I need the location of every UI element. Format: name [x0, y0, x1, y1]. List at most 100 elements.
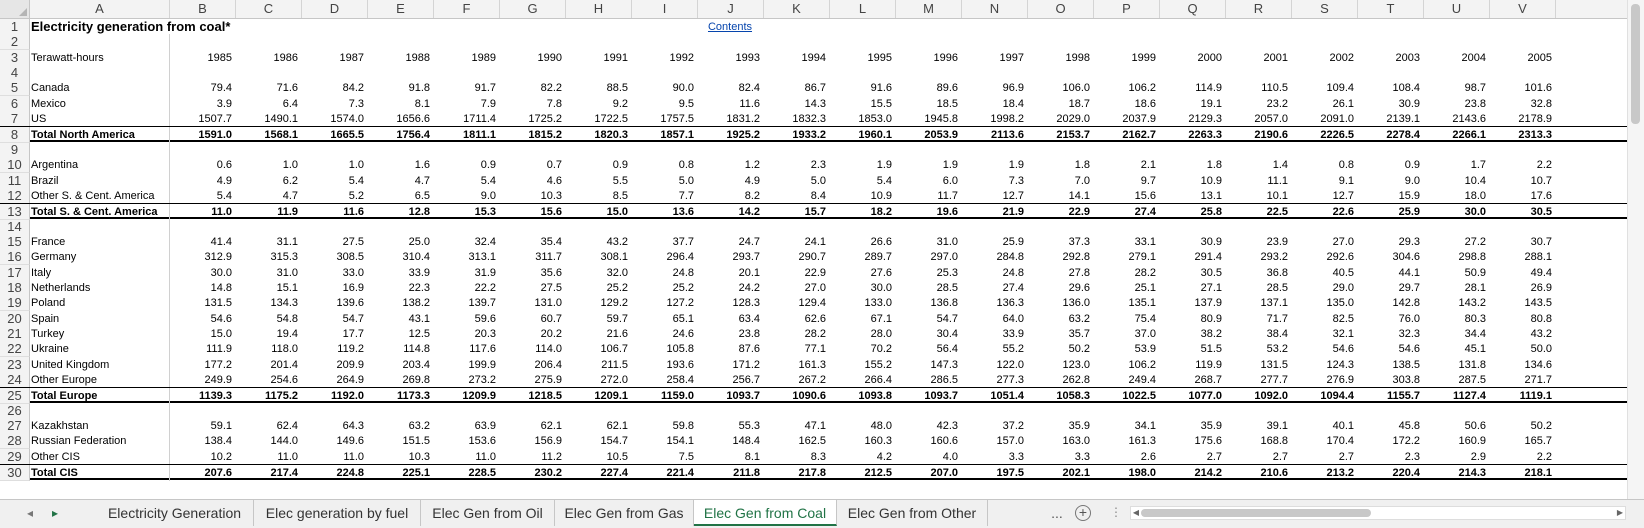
value-cell[interactable]: 1209.9: [434, 388, 500, 404]
value-cell[interactable]: 157.0: [962, 433, 1028, 449]
value-cell[interactable]: 105.8: [632, 341, 698, 357]
value-cell[interactable]: 9.1: [1292, 173, 1358, 189]
value-cell[interactable]: 44.1: [1358, 265, 1424, 281]
value-cell[interactable]: 0.8: [1292, 157, 1358, 173]
value-cell[interactable]: 29.0: [1292, 280, 1358, 296]
value-cell[interactable]: 1933.2: [764, 127, 830, 143]
row-header[interactable]: 9: [0, 141, 30, 158]
value-cell[interactable]: 1998.2: [962, 111, 1028, 127]
value-cell[interactable]: 0.9: [434, 157, 500, 173]
value-cell[interactable]: 7.7: [632, 188, 698, 204]
value-cell[interactable]: 30.0: [1424, 204, 1490, 220]
value-cell[interactable]: 37.3: [1028, 234, 1094, 250]
value-cell[interactable]: 91.7: [434, 80, 500, 96]
sheet-tab[interactable]: Elec Gen from Coal: [694, 500, 837, 526]
value-cell[interactable]: 193.6: [632, 357, 698, 373]
value-cell[interactable]: 26.6: [830, 234, 896, 250]
value-cell[interactable]: 21.6: [566, 326, 632, 342]
contents-link[interactable]: Contents: [700, 19, 760, 35]
value-cell[interactable]: 14.2: [698, 204, 764, 220]
column-header-v[interactable]: V: [1490, 0, 1556, 18]
value-cell[interactable]: 211.8: [698, 465, 764, 481]
value-cell[interactable]: 1058.3: [1028, 388, 1094, 404]
value-cell[interactable]: 106.0: [1028, 80, 1094, 96]
year-header[interactable]: 1997: [962, 50, 1028, 66]
value-cell[interactable]: 1209.1: [566, 388, 632, 404]
row-header[interactable]: 14: [0, 218, 30, 235]
value-cell[interactable]: 50.2: [1028, 341, 1094, 357]
value-cell[interactable]: 276.9: [1292, 372, 1358, 388]
value-cell[interactable]: 9.2: [566, 96, 632, 112]
value-cell[interactable]: 15.1: [236, 280, 302, 296]
value-cell[interactable]: 6.5: [368, 188, 434, 204]
value-cell[interactable]: 114.8: [368, 341, 434, 357]
value-cell[interactable]: 84.2: [302, 80, 368, 96]
value-cell[interactable]: 1.0: [302, 157, 368, 173]
value-cell[interactable]: 62.6: [764, 311, 830, 327]
value-cell[interactable]: 80.9: [1160, 311, 1226, 327]
value-cell[interactable]: 312.9: [170, 249, 236, 265]
value-cell[interactable]: 123.0: [1028, 357, 1094, 373]
value-cell[interactable]: 34.4: [1424, 326, 1490, 342]
value-cell[interactable]: 20.3: [434, 326, 500, 342]
value-cell[interactable]: 7.0: [1028, 173, 1094, 189]
row-header[interactable]: 3: [0, 49, 30, 66]
value-cell[interactable]: 30.4: [896, 326, 962, 342]
value-cell[interactable]: 32.3: [1358, 326, 1424, 342]
value-cell[interactable]: 1173.3: [368, 388, 434, 404]
value-cell[interactable]: 7.9: [434, 96, 500, 112]
value-cell[interactable]: 144.0: [236, 433, 302, 449]
value-cell[interactable]: 15.6: [1094, 188, 1160, 204]
value-cell[interactable]: 16.9: [302, 280, 368, 296]
value-cell[interactable]: 27.4: [1094, 204, 1160, 220]
value-cell[interactable]: 227.4: [566, 465, 632, 481]
value-cell[interactable]: 148.4: [698, 433, 764, 449]
row-header[interactable]: 11: [0, 172, 30, 189]
value-cell[interactable]: 1711.4: [434, 111, 500, 127]
value-cell[interactable]: 11.9: [236, 204, 302, 220]
value-cell[interactable]: 86.7: [764, 80, 830, 96]
year-header[interactable]: 2000: [1160, 50, 1226, 66]
value-cell[interactable]: 109.4: [1292, 80, 1358, 96]
value-cell[interactable]: 31.0: [236, 265, 302, 281]
value-cell[interactable]: 15.0: [170, 326, 236, 342]
value-cell[interactable]: 1568.1: [236, 127, 302, 143]
value-cell[interactable]: 1.9: [896, 157, 962, 173]
value-cell[interactable]: 1925.2: [698, 127, 764, 143]
row-header[interactable]: 24: [0, 372, 30, 389]
row-header[interactable]: 15: [0, 233, 30, 250]
value-cell[interactable]: 151.5: [368, 433, 434, 449]
value-cell[interactable]: 1.9: [830, 157, 896, 173]
value-cell[interactable]: 308.5: [302, 249, 368, 265]
value-cell[interactable]: 267.2: [764, 372, 830, 388]
value-cell[interactable]: 22.2: [434, 280, 500, 296]
value-cell[interactable]: 33.1: [1094, 234, 1160, 250]
value-cell[interactable]: 310.4: [368, 249, 434, 265]
value-cell[interactable]: 18.0: [1424, 188, 1490, 204]
value-cell[interactable]: 62.1: [566, 418, 632, 434]
value-cell[interactable]: 217.8: [764, 465, 830, 481]
value-cell[interactable]: 275.9: [500, 372, 566, 388]
value-cell[interactable]: 24.6: [632, 326, 698, 342]
value-cell[interactable]: 288.1: [1490, 249, 1556, 265]
value-cell[interactable]: 175.6: [1160, 433, 1226, 449]
value-cell[interactable]: 224.8: [302, 465, 368, 481]
value-cell[interactable]: 203.4: [368, 357, 434, 373]
value-cell[interactable]: 271.7: [1490, 372, 1556, 388]
value-cell[interactable]: 82.2: [500, 80, 566, 96]
column-header-a[interactable]: A: [30, 0, 170, 18]
value-cell[interactable]: 131.5: [170, 295, 236, 311]
value-cell[interactable]: 292.6: [1292, 249, 1358, 265]
value-cell[interactable]: 4.2: [830, 449, 896, 465]
column-header-d[interactable]: D: [302, 0, 368, 18]
year-header[interactable]: 1993: [698, 50, 764, 66]
value-cell[interactable]: 15.3: [434, 204, 500, 220]
value-cell[interactable]: 207.6: [170, 465, 236, 481]
value-cell[interactable]: 34.1: [1094, 418, 1160, 434]
scroll-right-arrow-icon[interactable]: ▶: [1615, 507, 1625, 519]
value-cell[interactable]: 161.3: [764, 357, 830, 373]
value-cell[interactable]: 10.7: [1490, 173, 1556, 189]
value-cell[interactable]: 162.5: [764, 433, 830, 449]
column-header-s[interactable]: S: [1292, 0, 1358, 18]
country-label[interactable]: Argentina: [30, 157, 170, 174]
